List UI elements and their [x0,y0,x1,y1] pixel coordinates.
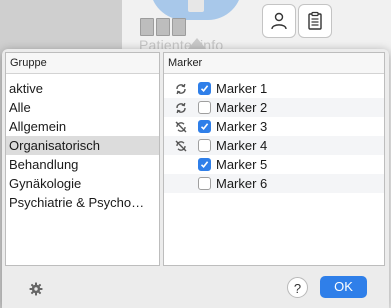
sync-icon [172,100,190,116]
sync-icon [172,81,190,97]
checkmark-icon [200,123,209,130]
marker-label: Marker 6 [216,176,268,191]
clipboard-icon [308,11,322,30]
ok-button[interactable]: OK [320,276,367,298]
group-row[interactable]: Behandlung [6,155,159,174]
clipboard-button[interactable] [298,4,332,38]
marker-checkbox[interactable] [198,82,211,95]
document-stack-icon [140,18,186,36]
help-button[interactable]: ? [287,277,308,298]
marker-row[interactable]: Marker 4 [164,136,384,155]
group-row[interactable]: Allgemein [6,117,159,136]
marker-row[interactable]: Marker 2 [164,98,384,117]
gear-icon[interactable] [28,281,44,297]
marker-label: Marker 2 [216,100,268,115]
person-icon [271,12,287,30]
sync-disabled-icon [172,119,190,135]
marker-popover: Gruppe aktive Alle Allgemein Organisator… [2,49,389,308]
marker-label: Marker 4 [216,138,268,153]
markers-table: Marker Marker 1 Marker 2 Marker 3 Marker… [163,52,385,266]
groups-list: aktive Alle Allgemein Organisatorisch Be… [6,79,159,212]
group-row-selected[interactable]: Organisatorisch [6,136,159,155]
marker-label: Marker 3 [216,119,268,134]
groups-table: Gruppe aktive Alle Allgemein Organisator… [5,52,160,266]
marker-row[interactable]: Marker 1 [164,79,384,98]
marker-row[interactable]: Marker 5 [164,155,384,174]
marker-label: Marker 1 [216,81,268,96]
checkmark-icon [200,85,209,92]
marker-checkbox[interactable] [198,177,211,190]
markers-list: Marker 1 Marker 2 Marker 3 Marker 4 Mark… [164,79,384,193]
group-row[interactable]: aktive [6,79,159,98]
marker-checkbox[interactable] [198,158,211,171]
group-row[interactable]: Alle [6,98,159,117]
marker-checkbox[interactable] [198,120,211,133]
checkmark-icon [200,161,209,168]
empty-status [172,176,190,192]
sync-disabled-icon [172,138,190,154]
groups-header: Gruppe [6,53,159,74]
person-button[interactable] [262,4,296,38]
marker-row[interactable]: Marker 3 [164,117,384,136]
marker-checkbox[interactable] [198,139,211,152]
empty-status [172,157,190,173]
group-row[interactable]: Gynäkologie [6,174,159,193]
marker-label: Marker 5 [216,157,268,172]
marker-checkbox[interactable] [198,101,211,114]
marker-row[interactable]: Marker 6 [164,174,384,193]
group-row[interactable]: Psychiatrie & Psycho… [6,193,159,212]
markers-header: Marker [164,53,384,74]
